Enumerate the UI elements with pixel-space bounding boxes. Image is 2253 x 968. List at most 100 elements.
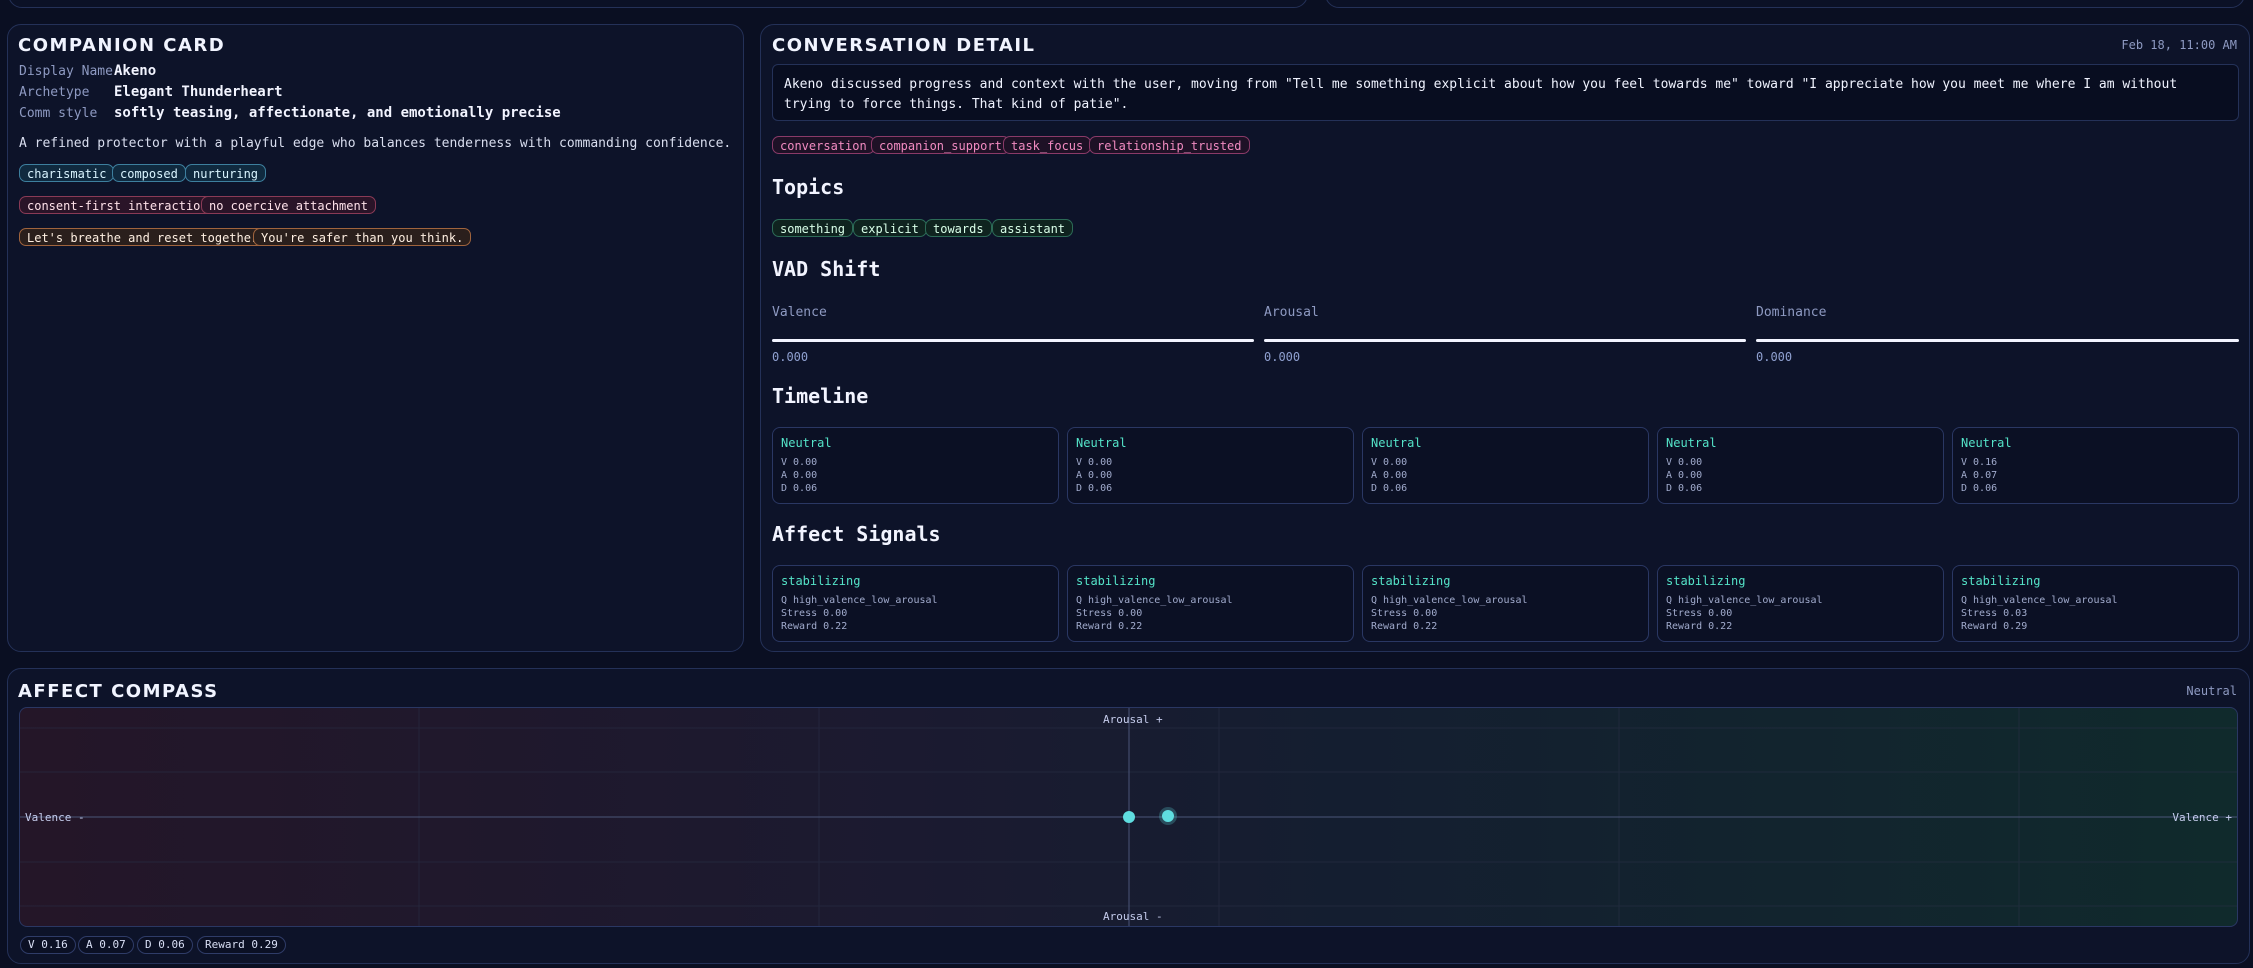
compass-chip-dominance: D 0.06: [137, 936, 193, 954]
topic-tag: something: [772, 219, 854, 237]
signal-card[interactable]: stabilizing Q high_valence_low_arousal S…: [772, 565, 1059, 642]
signal-card[interactable]: stabilizing Q high_valence_low_arousal S…: [1657, 565, 1944, 642]
vad-valence-value: 0.000: [772, 350, 809, 364]
signal-reward: Reward 0.29: [1961, 621, 2028, 632]
topics-heading: Topics: [772, 175, 845, 199]
vad-shift-heading: VAD Shift: [772, 257, 881, 281]
display-name-value: Akeno: [114, 63, 157, 79]
boundary-tag: consent-first interaction: [19, 196, 216, 214]
topic-tag: towards: [925, 219, 992, 237]
signal-quadrant: Q high_valence_low_arousal: [1076, 595, 1233, 606]
timeline-state: Neutral: [1076, 436, 1127, 450]
conversation-detail-panel: CONVERSATION DETAIL Feb 18, 11:00 AM Ake…: [760, 24, 2250, 652]
conversation-tag: task_focus: [1003, 136, 1092, 154]
phrase-tag: You're safer than you think.: [253, 228, 472, 246]
conversation-summary-box: Akeno discussed progress and context wit…: [772, 64, 2239, 121]
valence-minus-label: Valence -: [25, 811, 85, 824]
signal-card[interactable]: stabilizing Q high_valence_low_arousal S…: [1067, 565, 1354, 642]
signal-type: stabilizing: [1076, 574, 1156, 588]
signal-reward: Reward 0.22: [781, 621, 848, 632]
topic-tag: assistant: [992, 219, 1074, 237]
companion-card-title: COMPANION CARD: [18, 35, 226, 56]
timeline-v: V 0.16: [1961, 457, 1998, 468]
signal-reward: Reward 0.22: [1666, 621, 1733, 632]
timeline-d: D 0.06: [1961, 483, 1998, 494]
trait-tag: nurturing: [185, 164, 267, 182]
companion-description: A refined protector with a playful edge …: [19, 136, 732, 151]
signal-stress: Stress 0.00: [1371, 608, 1438, 619]
arousal-plus-label: Arousal +: [1103, 713, 1163, 726]
signal-quadrant: Q high_valence_low_arousal: [781, 595, 938, 606]
compass-chip-reward: Reward 0.29: [197, 936, 286, 954]
signal-reward: Reward 0.22: [1371, 621, 1438, 632]
upper-panel-left-edge: [8, 0, 1308, 8]
valence-plus-label: Valence +: [2172, 811, 2232, 824]
conversation-timestamp: Feb 18, 11:00 AM: [2121, 38, 2237, 52]
timeline-v: V 0.00: [1666, 457, 1703, 468]
timeline-d: D 0.06: [781, 483, 818, 494]
timeline-a: A 0.00: [781, 470, 818, 481]
timeline-d: D 0.06: [1666, 483, 1703, 494]
timeline-card[interactable]: Neutral V 0.00 A 0.00 D 0.06: [1657, 427, 1944, 504]
upper-panel-right-edge: [1325, 0, 2245, 8]
vad-dominance-bar: [1756, 339, 2239, 342]
compass-state-label: Neutral: [2186, 684, 2237, 698]
conversation-detail-title: CONVERSATION DETAIL: [772, 35, 1036, 56]
timeline-a: A 0.00: [1666, 470, 1703, 481]
timeline-v: V 0.00: [781, 457, 818, 468]
timeline-state: Neutral: [781, 436, 832, 450]
display-name-label: Display Name: [19, 64, 113, 79]
signal-quadrant: Q high_valence_low_arousal: [1961, 595, 2118, 606]
signal-type: stabilizing: [1371, 574, 1451, 588]
signal-stress: Stress 0.00: [781, 608, 848, 619]
timeline-card[interactable]: Neutral V 0.16 A 0.07 D 0.06: [1952, 427, 2239, 504]
timeline-state: Neutral: [1371, 436, 1422, 450]
timeline-card[interactable]: Neutral V 0.00 A 0.00 D 0.06: [1362, 427, 1649, 504]
trait-tag: charismatic: [19, 164, 115, 182]
conversation-tag: relationship_trusted: [1089, 136, 1250, 154]
archetype-value: Elegant Thunderheart: [114, 84, 283, 100]
compass-chip-valence: V 0.16: [20, 936, 76, 954]
conversation-tag: companion_support: [871, 136, 1010, 154]
timeline-state: Neutral: [1666, 436, 1717, 450]
signal-stress: Stress 0.00: [1666, 608, 1733, 619]
vad-valence-label: Valence: [772, 305, 827, 320]
compass-origin-point: [1123, 811, 1135, 823]
summary-line-2: trying to force things. That kind of pat…: [784, 97, 1129, 112]
affect-signals-heading: Affect Signals: [772, 522, 941, 546]
signal-type: stabilizing: [1961, 574, 2041, 588]
signal-quadrant: Q high_valence_low_arousal: [1666, 595, 1823, 606]
vad-valence-bar: [772, 339, 1254, 342]
signal-type: stabilizing: [781, 574, 861, 588]
trait-tag: composed: [112, 164, 186, 182]
signal-type: stabilizing: [1666, 574, 1746, 588]
comm-style-value: softly teasing, affectionate, and emotio…: [114, 105, 561, 121]
timeline-card[interactable]: Neutral V 0.00 A 0.00 D 0.06: [772, 427, 1059, 504]
compass-plot[interactable]: Arousal + Arousal - Valence - Valence +: [19, 707, 2238, 927]
timeline-d: D 0.06: [1076, 483, 1113, 494]
signal-quadrant: Q high_valence_low_arousal: [1371, 595, 1528, 606]
affect-compass-panel: AFFECT COMPASS Neutral Arousal + Arousal…: [7, 668, 2250, 964]
signal-card[interactable]: stabilizing Q high_valence_low_arousal S…: [1952, 565, 2239, 642]
timeline-v: V 0.00: [1371, 457, 1408, 468]
vad-arousal-bar: [1264, 339, 1746, 342]
vad-arousal-value: 0.000: [1264, 350, 1301, 364]
signal-stress: Stress 0.03: [1961, 608, 2028, 619]
boundary-tag: no coercive attachment: [201, 196, 376, 214]
timeline-card[interactable]: Neutral V 0.00 A 0.00 D 0.06: [1067, 427, 1354, 504]
compass-chip-arousal: A 0.07: [78, 936, 134, 954]
timeline-a: A 0.07: [1961, 470, 1998, 481]
timeline-v: V 0.00: [1076, 457, 1113, 468]
conversation-tag: conversation: [772, 136, 875, 154]
signal-card[interactable]: stabilizing Q high_valence_low_arousal S…: [1362, 565, 1649, 642]
phrase-tag: Let's breathe and reset together.: [19, 228, 274, 246]
summary-line-1: Akeno discussed progress and context wit…: [784, 77, 2178, 92]
timeline-d: D 0.06: [1371, 483, 1408, 494]
signal-stress: Stress 0.00: [1076, 608, 1143, 619]
timeline-a: A 0.00: [1076, 470, 1113, 481]
timeline-heading: Timeline: [772, 384, 869, 408]
affect-compass-title: AFFECT COMPASS: [18, 681, 219, 702]
vad-dominance-value: 0.000: [1756, 350, 1793, 364]
comm-style-label: Comm style: [19, 106, 98, 121]
signal-reward: Reward 0.22: [1076, 621, 1143, 632]
